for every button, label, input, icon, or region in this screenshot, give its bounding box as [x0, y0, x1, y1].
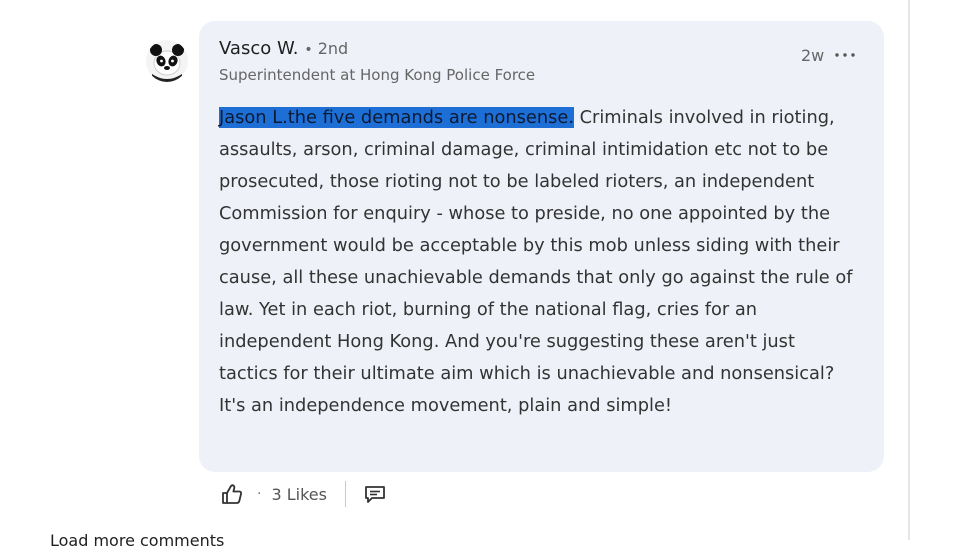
comment-actions: · 3 Likes [219, 478, 388, 510]
comment-timestamp: 2w [801, 46, 825, 65]
more-options-button[interactable] [834, 47, 856, 61]
meta-separator: • [304, 42, 313, 58]
action-separator: · [257, 486, 262, 502]
load-more-comments-button[interactable]: Load more comments [50, 531, 224, 550]
comment-body: Jason L.the five demands are nonsense. C… [219, 102, 859, 422]
panda-avatar-icon [146, 40, 188, 82]
comment-reply-icon [365, 486, 385, 503]
comment-header: Vasco W. • 2nd [219, 38, 348, 64]
more-horizontal-icon [835, 53, 855, 57]
like-button[interactable] [219, 481, 245, 507]
previous-comment-action-text[interactable]: … [130, 0, 340, 4]
thumbs-up-icon [222, 484, 242, 504]
comment-text: Criminals involved in rioting, assaults,… [219, 107, 853, 416]
author-headline: Superintendent at Hong Kong Police Force [219, 66, 536, 84]
avatar[interactable] [146, 40, 188, 82]
likes-count[interactable]: 3 Likes [271, 485, 327, 504]
action-divider [344, 481, 346, 507]
selected-text: Jason L.the five demands are nonsense. [219, 107, 574, 128]
author-name-link[interactable]: Vasco W. [219, 38, 298, 59]
connection-degree: 2nd [317, 39, 349, 58]
comment-thread: … Vasco W. • 2nd Superintendent at Hong … [0, 0, 960, 550]
feed-border [908, 0, 910, 540]
reply-button[interactable] [362, 481, 388, 507]
